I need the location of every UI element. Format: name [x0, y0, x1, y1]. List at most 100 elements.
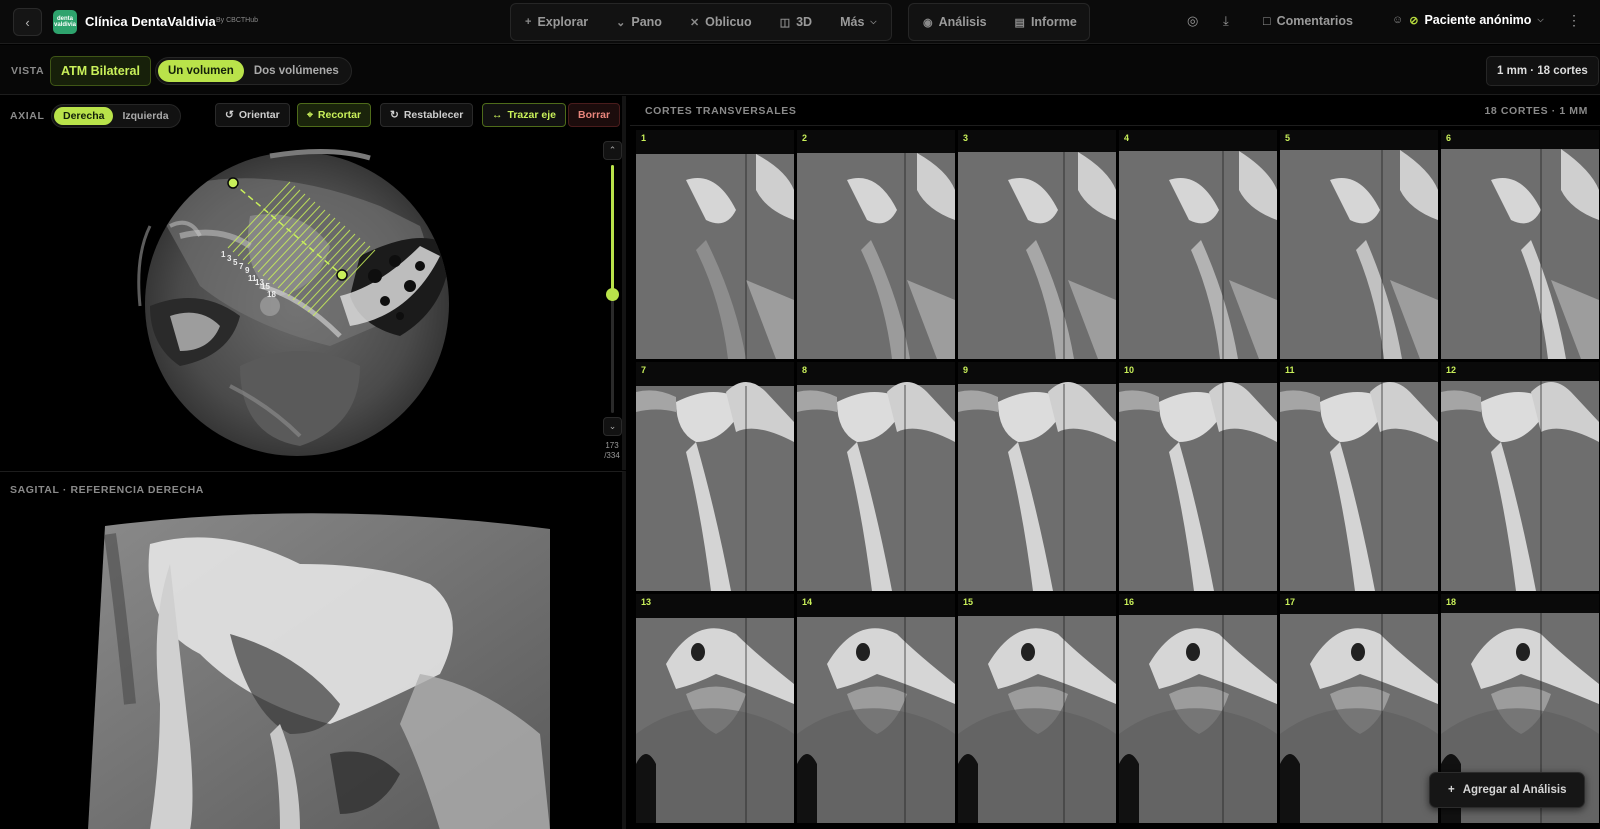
- slice-number: 10: [1124, 365, 1135, 375]
- slice-thumb[interactable]: [606, 287, 619, 301]
- slice-image: [958, 152, 1116, 359]
- slice-number: 18: [1446, 597, 1457, 607]
- slice-track[interactable]: [606, 165, 619, 413]
- slice-cell[interactable]: 2: [797, 130, 955, 359]
- transversal-header: CORTES TRANSVERSALES 18 CORTES · 1 MM: [630, 96, 1600, 126]
- slice-cell[interactable]: 14: [797, 594, 955, 823]
- crop-button[interactable]: ⌖ Recortar: [297, 103, 372, 127]
- download-icon[interactable]: ⤓: [1223, 13, 1229, 29]
- axial-panel: AXIAL Derecha Izquierda ↺ Orientar ⌖ Rec…: [0, 96, 626, 470]
- slice-cell[interactable]: 6: [1441, 130, 1599, 359]
- slice-slider[interactable]: ⌃ ⌄ 173 /334: [601, 141, 623, 461]
- nav-mas[interactable]: Más ⌵: [826, 4, 890, 40]
- patient-selector[interactable]: ☺ ⊘ Paciente anónimo ⌵: [1392, 13, 1544, 27]
- record-icon[interactable]: ◎: [1187, 13, 1198, 29]
- secondary-nav: ◉ Análisis ▤ Informe: [908, 3, 1090, 41]
- nav-pano[interactable]: ⌄ Pano: [602, 4, 676, 40]
- view-mode-chip[interactable]: ATM Bilateral: [50, 56, 151, 86]
- slice-image: [1119, 382, 1277, 591]
- slice-image: [1280, 382, 1438, 591]
- clinic-logo: denta valdivia: [53, 10, 77, 34]
- back-button[interactable]: ‹: [13, 8, 42, 36]
- slice-number: 15: [963, 597, 974, 607]
- volume-option-single[interactable]: Un volumen: [158, 60, 244, 82]
- side-right[interactable]: Derecha: [54, 107, 114, 125]
- slice-cell[interactable]: 15: [958, 594, 1116, 823]
- slice-cell[interactable]: 5: [1280, 130, 1438, 359]
- slice-down-button[interactable]: ⌄: [603, 417, 622, 436]
- slice-cell[interactable]: 10: [1119, 362, 1277, 591]
- delete-button[interactable]: Borrar: [568, 103, 621, 127]
- sagittal-panel: SAGITAL · REFERENCIA DERECHA: [0, 471, 626, 829]
- volume-option-double[interactable]: Dos volúmenes: [244, 60, 349, 82]
- line-label: 3: [227, 254, 232, 263]
- slice-cell[interactable]: 4: [1119, 130, 1277, 359]
- slice-cell[interactable]: 1: [636, 130, 794, 359]
- document-icon: ▤: [1014, 16, 1025, 29]
- slice-number: 13: [641, 597, 652, 607]
- slice-image: [797, 153, 955, 359]
- chevron-up-icon: ⌃: [608, 145, 617, 155]
- oblique-cross-icon: ✕: [689, 16, 700, 29]
- sagittal-image[interactable]: [0, 504, 622, 829]
- slice-number: 8: [802, 365, 808, 375]
- side-left[interactable]: Izquierda: [113, 107, 177, 125]
- slice-cell[interactable]: 7: [636, 362, 794, 591]
- eye-off-icon: ⊘: [1409, 14, 1419, 27]
- slice-number: 1: [641, 133, 647, 143]
- nav-analisis[interactable]: ◉ Análisis: [909, 4, 1001, 40]
- comments-button[interactable]: □ Comentarios: [1263, 14, 1353, 28]
- slice-cell[interactable]: 16: [1119, 594, 1277, 823]
- slice-number: 3: [963, 133, 969, 143]
- line-label: 18: [267, 290, 276, 299]
- slice-image: [1441, 381, 1599, 591]
- slice-image: [1280, 614, 1438, 823]
- slice-image: [1280, 150, 1438, 359]
- axis-handle-start[interactable]: [227, 177, 239, 189]
- plus-icon: +: [525, 16, 532, 28]
- clinic-name: Clínica DentaValdivia: [85, 14, 216, 29]
- chevron-down-icon: ⌵: [870, 17, 877, 26]
- slice-image: [636, 382, 794, 591]
- slice-cell[interactable]: 17: [1280, 594, 1438, 823]
- slice-cell[interactable]: 8: [797, 362, 955, 591]
- nav-explorar[interactable]: + Explorar: [511, 4, 602, 40]
- slice-cell[interactable]: 11: [1280, 362, 1438, 591]
- slice-number: 14: [802, 597, 813, 607]
- nav-oblicuo[interactable]: ✕ Oblicuo: [676, 4, 766, 40]
- rotate-icon: ↺: [225, 109, 234, 121]
- orient-button[interactable]: ↺ Orientar: [215, 103, 290, 127]
- line-label: 1: [221, 250, 226, 259]
- slice-image: [797, 382, 955, 591]
- chat-icon: □: [1263, 14, 1271, 28]
- draw-axis-button[interactable]: ↔ Trazar eje: [482, 103, 566, 127]
- slice-number: 7: [641, 365, 647, 375]
- eye-icon: ◉: [923, 16, 933, 29]
- slices-info[interactable]: 1 mm · 18 cortes: [1486, 56, 1599, 86]
- brand-subtitle: By CBCTHub: [216, 17, 259, 24]
- slice-cell[interactable]: 3: [958, 130, 1116, 359]
- slice-cell[interactable]: 9: [958, 362, 1116, 591]
- nav-informe[interactable]: ▤ Informe: [1001, 4, 1091, 40]
- slice-cell[interactable]: 12: [1441, 362, 1599, 591]
- slice-up-button[interactable]: ⌃: [603, 141, 622, 160]
- axial-image[interactable]: 1 3 5 7 9 11 13 15 18: [0, 136, 600, 470]
- axial-toolbar: AXIAL Derecha Izquierda ↺ Orientar ⌖ Rec…: [0, 96, 622, 134]
- slice-image: [636, 618, 794, 823]
- user-icon: ☺: [1392, 14, 1404, 26]
- slice-cell[interactable]: 13: [636, 594, 794, 823]
- reset-button[interactable]: ↻ Restablecer: [380, 103, 474, 127]
- slice-number: 6: [1446, 133, 1452, 143]
- axial-label: AXIAL: [10, 110, 45, 122]
- slice-number: 11: [1285, 365, 1295, 375]
- axis-handle-end[interactable]: [336, 269, 348, 281]
- slice-number: 12: [1446, 365, 1457, 375]
- crop-icon: ⌖: [307, 108, 313, 121]
- line-label: 5: [233, 258, 238, 267]
- more-vertical-icon[interactable]: ⋮: [1567, 12, 1581, 29]
- transversal-title: CORTES TRANSVERSALES: [645, 105, 797, 117]
- chevron-down-icon: ⌵: [1537, 15, 1544, 24]
- nav-3d[interactable]: ◫ 3D: [766, 4, 826, 40]
- add-to-analysis-button[interactable]: + Agregar al Análisis: [1429, 772, 1586, 808]
- slice-image: [1119, 615, 1277, 823]
